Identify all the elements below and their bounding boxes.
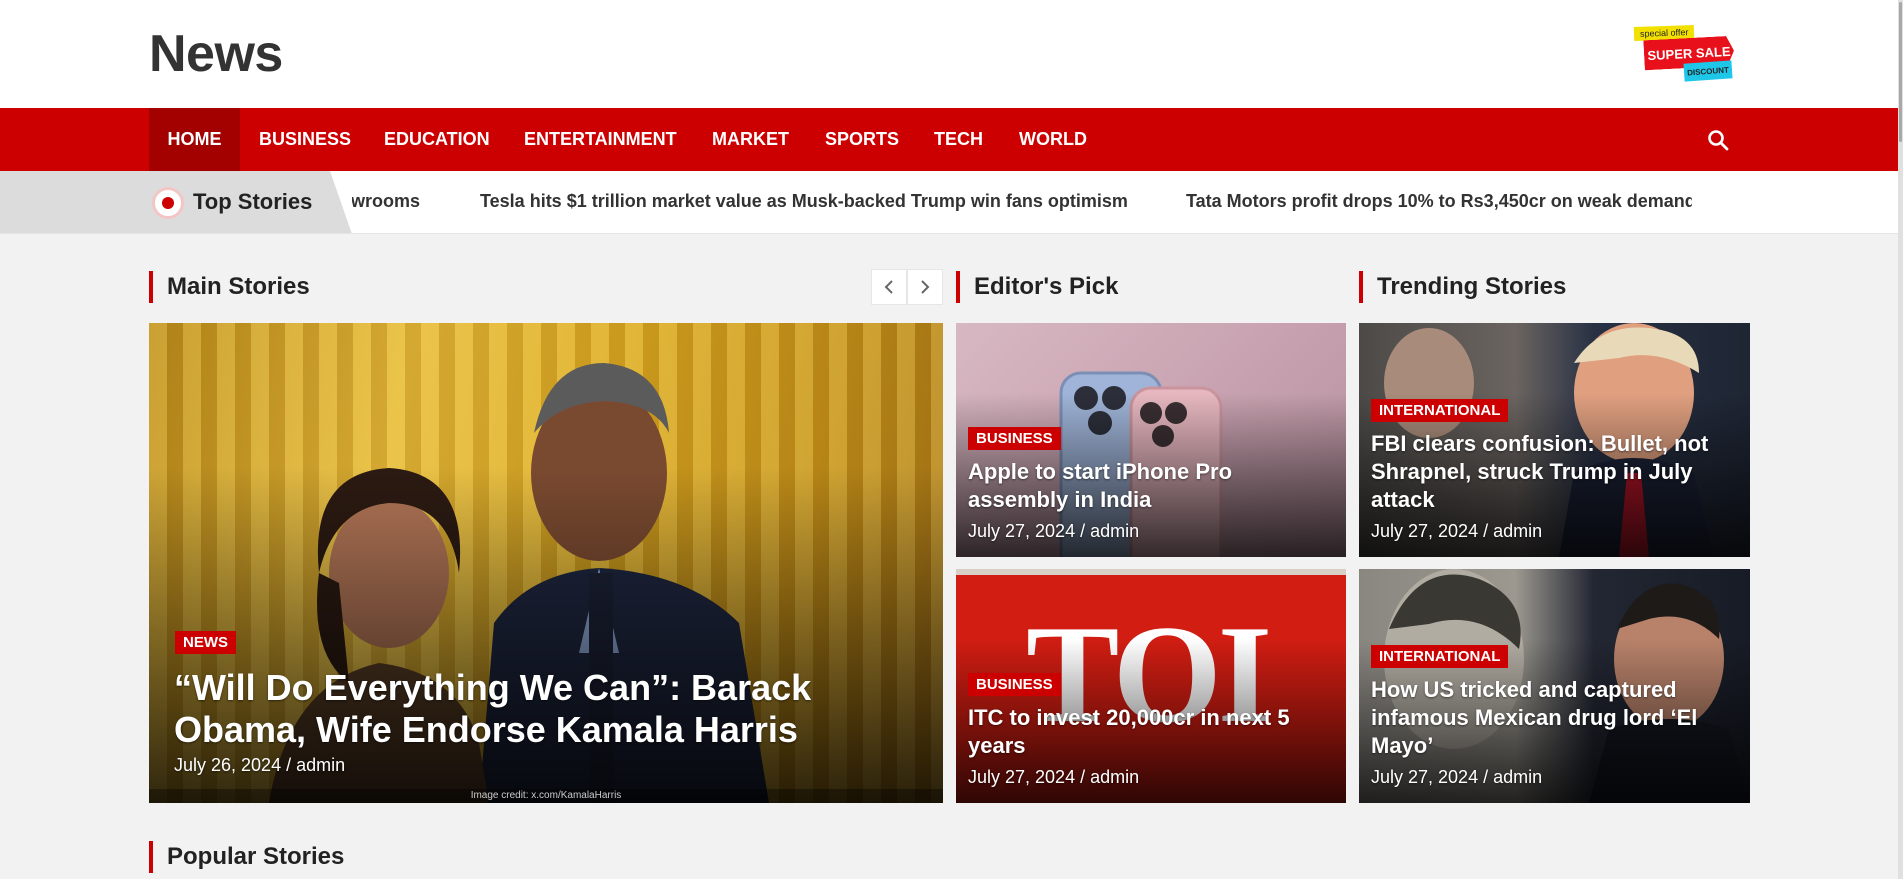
story-meta: July 27, 2024 / admin — [1371, 521, 1543, 541]
story-meta: July 27, 2024 / admin — [1371, 767, 1543, 787]
search-icon — [1708, 130, 1729, 151]
story-title[interactable]: “Will Do Everything We Can”: Barack Obam… — [174, 667, 914, 751]
category-badge[interactable]: BUSINESS — [968, 427, 1061, 450]
nav-item-home[interactable]: HOME — [149, 108, 240, 171]
story-title[interactable]: FBI clears confusion: Bullet, not Shrapn… — [1371, 430, 1743, 514]
search-button[interactable] — [1706, 128, 1730, 152]
story-meta: July 26, 2024 / admin — [174, 755, 346, 775]
site-title[interactable]: News — [149, 24, 283, 84]
ticker-title: Top Stories — [193, 189, 313, 214]
live-dot-icon — [152, 187, 184, 219]
ad-discount-tag: DISCOUNT — [1683, 60, 1733, 82]
story-meta: July 27, 2024 / admin — [968, 767, 1140, 787]
section-title: Popular Stories — [167, 843, 345, 870]
nav-item-market[interactable]: MARKET — [712, 108, 789, 171]
page-scrollbar[interactable] — [1898, 0, 1903, 879]
chevron-right-icon — [921, 280, 930, 294]
ticker-track: owrooms Tesla hits $1 trillion market va… — [352, 171, 1692, 233]
story-meta: July 27, 2024 / admin — [968, 521, 1140, 541]
nav-item-business[interactable]: BUSINESS — [259, 108, 351, 171]
section-title: Trending Stories — [1377, 273, 1567, 300]
main-story-card[interactable]: NEWS “Will Do Everything We Can”: Barack… — [149, 323, 943, 803]
ticker-item[interactable]: Tesla hits $1 trillion market value as M… — [480, 191, 1128, 212]
editors-pick-card[interactable]: TOI BUSINESS ITC to invest 20,000cr in n… — [956, 569, 1346, 803]
image-credit: Image credit: x.com/KamalaHarris — [149, 789, 943, 803]
nav-item-world[interactable]: WORLD — [1019, 108, 1087, 171]
category-badge[interactable]: INTERNATIONAL — [1371, 645, 1509, 668]
story-title[interactable]: ITC to invest 20,000cr in next 5 years — [968, 704, 1338, 760]
nav-item-education[interactable]: EDUCATION — [384, 108, 490, 171]
category-badge[interactable]: INTERNATIONAL — [1371, 399, 1509, 422]
nav-item-sports[interactable]: SPORTS — [825, 108, 899, 171]
nav-item-tech[interactable]: TECH — [934, 108, 983, 171]
editors-pick-card[interactable]: BUSINESS Apple to start iPhone Pro assem… — [956, 323, 1346, 557]
nav-item-entertainment[interactable]: ENTERTAINMENT — [524, 108, 677, 171]
trending-card[interactable]: INTERNATIONAL FBI clears confusion: Bull… — [1359, 323, 1750, 557]
category-badge[interactable]: NEWS — [175, 631, 236, 654]
section-title: Editor's Pick — [974, 273, 1119, 300]
site-header: News special offer SUPER SALE DISCOUNT — [0, 0, 1903, 108]
section-heading-trending: Trending Stories — [1359, 271, 1566, 303]
super-sale-ad[interactable]: special offer SUPER SALE DISCOUNT — [1633, 24, 1740, 90]
section-heading-editors: Editor's Pick — [956, 271, 1118, 303]
section-heading-popular: Popular Stories — [149, 841, 344, 873]
main-nav: HOME BUSINESS EDUCATION ENTERTAINMENT MA… — [0, 108, 1898, 171]
story-title[interactable]: Apple to start iPhone Pro assembly in In… — [968, 458, 1338, 514]
scrollbar-thumb[interactable] — [1899, 2, 1902, 142]
section-heading-main: Main Stories — [149, 271, 310, 303]
top-stories-ticker: Top Stories owrooms Tesla hits $1 trilli… — [0, 171, 1898, 234]
trending-card[interactable]: INTERNATIONAL How US tricked and capture… — [1359, 569, 1750, 803]
slider-next-button[interactable] — [907, 269, 943, 305]
chevron-left-icon — [884, 280, 893, 294]
ticker-item[interactable]: owrooms — [352, 191, 420, 212]
category-badge[interactable]: BUSINESS — [968, 673, 1061, 696]
story-title[interactable]: How US tricked and captured infamous Mex… — [1371, 676, 1743, 760]
slider-prev-button[interactable] — [871, 269, 907, 305]
ticker-item[interactable]: Tata Motors profit drops 10% to Rs3,450c… — [1186, 191, 1692, 212]
section-title: Main Stories — [167, 273, 310, 300]
